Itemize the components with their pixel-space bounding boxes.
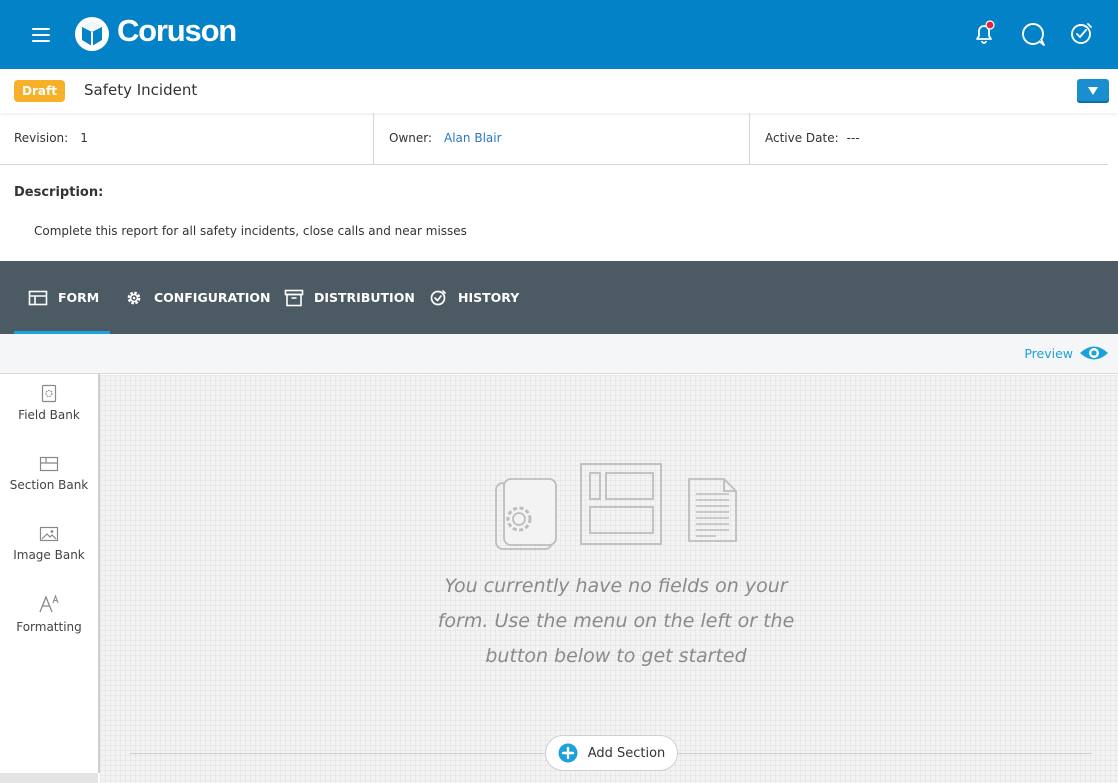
menu-icon[interactable] — [28, 22, 54, 48]
eye-icon — [1080, 346, 1108, 360]
dashboard-icon[interactable] — [1068, 20, 1096, 48]
section-bank-icon — [39, 456, 59, 472]
gear-icon — [127, 291, 141, 304]
history-icon — [430, 289, 446, 305]
chevron-down-icon — [1088, 87, 1098, 95]
empty-state-line: button below to get started — [485, 645, 747, 667]
form-toolbar: Preview — [0, 334, 1118, 374]
top-header: Coruson — [0, 0, 1118, 69]
empty-state-line: You currently have no fields on your — [444, 575, 788, 597]
font-size-icon — [39, 594, 59, 613]
table-icon — [28, 290, 48, 305]
preview-button[interactable]: Preview — [1024, 344, 1109, 362]
revision-label: Revision: — [14, 131, 69, 145]
owner-link[interactable]: Alan Blair — [444, 131, 502, 145]
sidebar-item-label: Formatting — [16, 620, 82, 634]
preview-label: Preview — [1024, 345, 1073, 361]
form-canvas: You currently have no fields on your for… — [100, 375, 1118, 783]
active-date-value: --- — [846, 131, 860, 145]
add-section-label: Add Section — [587, 745, 666, 761]
sidebar-item-label: Section Bank — [9, 478, 89, 492]
owner-label: Owner: — [389, 131, 433, 145]
sidebar-item-field-bank[interactable]: Field Bank — [0, 384, 98, 444]
plus-circle-icon — [558, 743, 578, 763]
sidebar-scroll-track — [0, 773, 98, 783]
sidebar-item-label: Field Bank — [18, 408, 80, 422]
page-title: Safety Incident — [84, 81, 198, 99]
revision-value: 1 — [80, 131, 88, 145]
description-text: Complete this report for all safety inci… — [34, 224, 467, 238]
tab-bar: FORM CONFIGURATION DISTRIBUTION HISTORY — [0, 261, 1118, 334]
title-bar: Draft Safety Incident — [0, 69, 1118, 113]
description-label: Description: — [14, 185, 104, 200]
brand-name: Coruson — [117, 13, 237, 48]
sidebar-item-label: Image Bank — [13, 548, 85, 562]
logo-icon — [75, 17, 109, 51]
tab-history[interactable]: HISTORY — [428, 261, 519, 334]
sidebar-item-image-bank[interactable]: Image Bank — [0, 526, 98, 586]
document-meta: Revision: 1 Owner: Alan Blair Active Date:… — [0, 113, 1118, 165]
sidebar-item-section-bank[interactable]: Section Bank — [0, 456, 98, 516]
sidebar-item-formatting[interactable]: Formatting — [0, 594, 98, 654]
empty-state-line: form. Use the menu on the left or the — [437, 610, 795, 632]
tab-label: HISTORY — [458, 290, 520, 305]
divider — [0, 164, 1108, 165]
archive-icon — [284, 289, 304, 306]
tab-form[interactable]: FORM — [28, 261, 99, 334]
empty-state-message: You currently have no fields on your for… — [400, 569, 832, 674]
empty-state-illustration — [495, 463, 737, 550]
tab-label: FORM — [58, 290, 100, 305]
chat-icon[interactable] — [1019, 20, 1047, 48]
tab-configuration[interactable]: CONFIGURATION — [124, 261, 270, 334]
image-icon — [39, 526, 59, 542]
bell-icon[interactable] — [970, 20, 998, 48]
owner-field: Owner: Alan Blair — [389, 113, 502, 164]
builder-sidebar: Field Bank Section Bank Image Bank Forma… — [0, 374, 100, 773]
status-badge: Draft — [14, 80, 65, 102]
options-dropdown-button[interactable] — [1077, 79, 1109, 103]
active-date-field: Active Date: --- — [765, 113, 860, 164]
tab-label: CONFIGURATION — [154, 290, 271, 305]
add-section-button[interactable]: Add Section — [545, 735, 678, 771]
tab-label: DISTRIBUTION — [314, 290, 415, 305]
revision-field: Revision: 1 — [14, 113, 88, 164]
divider — [373, 113, 374, 164]
field-bank-icon — [41, 384, 57, 403]
tab-distribution[interactable]: DISTRIBUTION — [284, 261, 415, 334]
active-date-label: Active Date: — [765, 131, 839, 145]
divider — [749, 113, 750, 164]
